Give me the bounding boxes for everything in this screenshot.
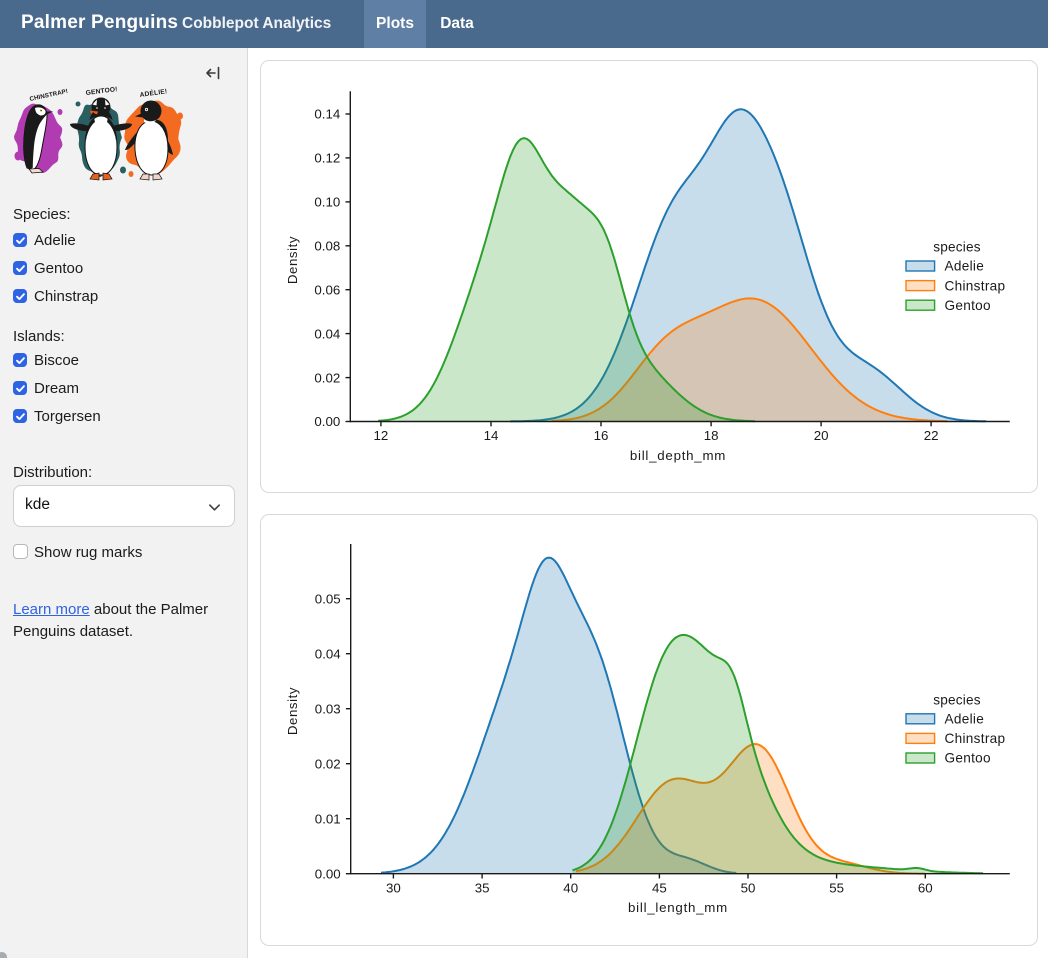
- svg-text:Density: Density: [285, 687, 300, 735]
- svg-text:35: 35: [475, 880, 490, 895]
- svg-text:0.00: 0.00: [315, 866, 341, 881]
- svg-text:0.04: 0.04: [315, 646, 341, 661]
- svg-text:0.06: 0.06: [314, 282, 340, 297]
- svg-text:0.08: 0.08: [314, 239, 340, 254]
- svg-text:Adelie: Adelie: [945, 259, 985, 274]
- svg-text:bill_depth_mm: bill_depth_mm: [630, 448, 726, 463]
- svg-text:bill_length_mm: bill_length_mm: [628, 900, 728, 915]
- svg-text:Gentoo: Gentoo: [945, 751, 991, 766]
- svg-text:40: 40: [563, 880, 578, 895]
- svg-text:Gentoo: Gentoo: [945, 298, 991, 313]
- svg-text:60: 60: [918, 880, 933, 895]
- svg-text:0.04: 0.04: [314, 326, 340, 341]
- svg-text:0.00: 0.00: [314, 414, 340, 429]
- svg-text:0.05: 0.05: [315, 591, 341, 606]
- svg-text:Density: Density: [285, 236, 300, 284]
- svg-text:0.14: 0.14: [314, 107, 340, 122]
- svg-text:0.02: 0.02: [314, 370, 340, 385]
- svg-text:18: 18: [704, 428, 719, 443]
- svg-text:Chinstrap: Chinstrap: [945, 278, 1006, 293]
- svg-text:45: 45: [652, 880, 667, 895]
- svg-text:0.01: 0.01: [315, 811, 341, 826]
- svg-text:0.02: 0.02: [315, 756, 341, 771]
- svg-text:species: species: [933, 240, 981, 255]
- svg-text:0.03: 0.03: [315, 701, 341, 716]
- svg-text:30: 30: [386, 880, 401, 895]
- svg-text:22: 22: [924, 428, 939, 443]
- svg-text:species: species: [933, 692, 981, 707]
- svg-text:12: 12: [374, 428, 389, 443]
- svg-text:20: 20: [814, 428, 829, 443]
- svg-text:0.10: 0.10: [314, 195, 340, 210]
- svg-text:16: 16: [594, 428, 609, 443]
- svg-text:55: 55: [829, 880, 844, 895]
- svg-text:14: 14: [484, 428, 499, 443]
- svg-text:0.12: 0.12: [314, 151, 340, 166]
- svg-text:Chinstrap: Chinstrap: [945, 731, 1006, 746]
- svg-text:50: 50: [741, 880, 756, 895]
- svg-text:Adelie: Adelie: [945, 712, 985, 727]
